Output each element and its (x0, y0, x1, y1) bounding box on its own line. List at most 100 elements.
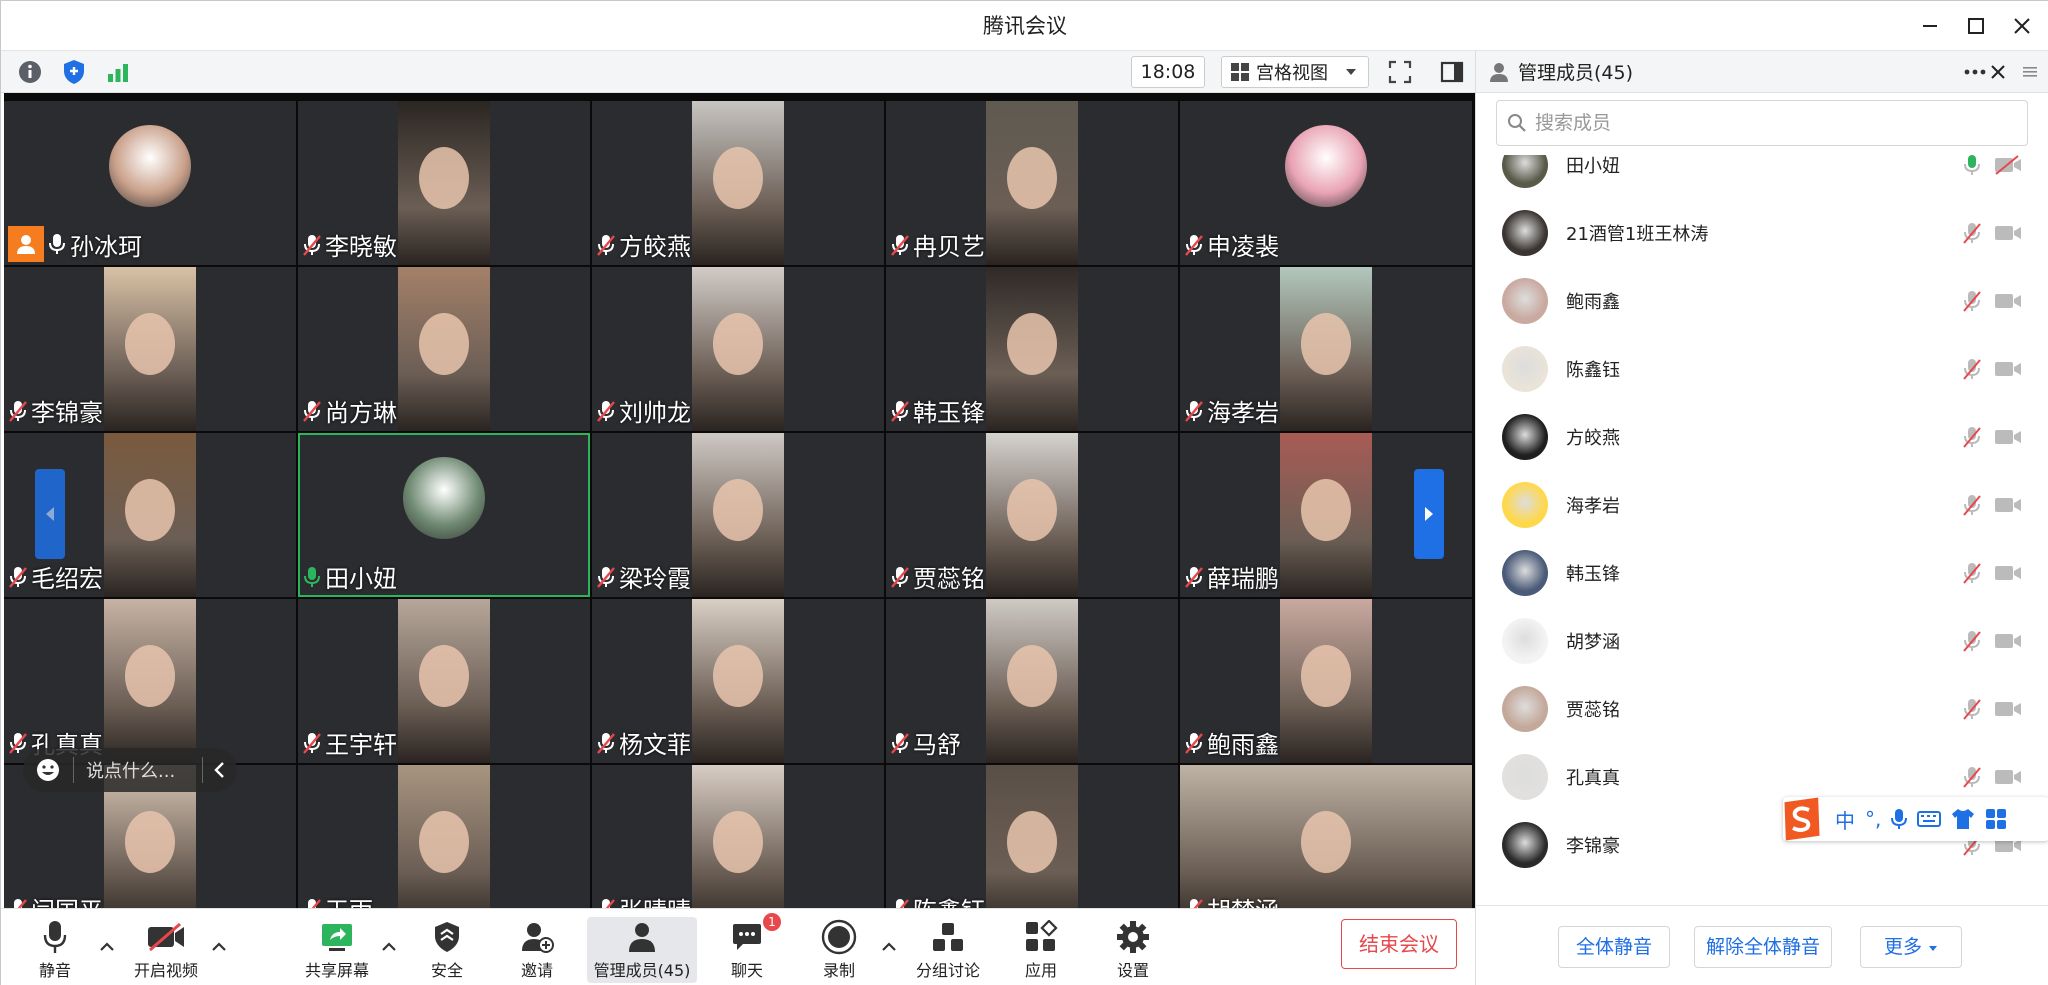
member-mic-muted-icon[interactable] (1962, 765, 1982, 789)
record-options-chevron-up-icon[interactable] (879, 937, 899, 957)
video-tile[interactable]: 王雨 (298, 765, 590, 908)
voice-input-icon[interactable] (1891, 808, 1908, 830)
menu-icon[interactable] (2022, 65, 2038, 79)
member-search-input[interactable] (1535, 112, 2015, 134)
video-tile[interactable]: 王宇轩 (298, 599, 590, 763)
apps-button[interactable]: 应用 (1017, 917, 1065, 983)
skin-shirt-icon[interactable] (1951, 808, 1975, 830)
toolbox-grid-icon[interactable] (1985, 808, 2007, 830)
video-tile[interactable]: 申凌裴 (1180, 101, 1472, 265)
member-mic-muted-icon[interactable] (1962, 221, 1982, 245)
member-camera-icon[interactable] (1994, 223, 2022, 243)
participant-label: 胡梦涵 (1184, 891, 1279, 908)
fullscreen-button[interactable] (1385, 57, 1415, 87)
video-tile[interactable]: 张晴晴 (592, 765, 884, 908)
maximize-button[interactable] (1951, 1, 2001, 51)
member-list-item[interactable]: 贾蕊铭 (1476, 675, 2048, 743)
video-tile[interactable]: 胡梦涵 (1180, 765, 1472, 908)
prev-page-button[interactable] (35, 469, 65, 559)
member-mic-muted-icon[interactable] (1962, 289, 1982, 313)
ime-punctuation[interactable]: °, (1865, 807, 1881, 831)
member-search-box[interactable] (1496, 100, 2028, 146)
quick-chat-bar[interactable]: 说点什么... (23, 748, 237, 792)
security-button[interactable]: 安全 (423, 917, 471, 983)
member-list-item[interactable]: 田小妞 (1476, 155, 2048, 199)
member-list-item[interactable]: 方皎燕 (1476, 403, 2048, 471)
video-tile[interactable]: 李锦豪 (4, 267, 296, 431)
member-mic-muted-icon[interactable] (1962, 629, 1982, 653)
video-tile[interactable]: 田小妞 (298, 433, 590, 597)
more-options-icon[interactable] (1964, 69, 1986, 75)
close-window-button[interactable] (1997, 1, 2047, 51)
gear-icon (1117, 921, 1149, 953)
video-tile[interactable]: 陈鑫钰 (886, 765, 1178, 908)
participant-face (1301, 645, 1351, 707)
video-options-chevron-up-icon[interactable] (209, 937, 229, 957)
security-status-button[interactable] (59, 57, 89, 87)
member-camera-icon[interactable] (1994, 563, 2022, 583)
video-tile[interactable]: 孙冰珂 (4, 101, 296, 265)
member-mic-on-icon[interactable] (1962, 155, 1982, 177)
share-screen-button[interactable]: 共享屏幕 (301, 917, 373, 983)
member-camera-icon[interactable] (1994, 699, 2022, 719)
invite-button[interactable]: 邀请 (513, 917, 561, 983)
member-list-item[interactable]: 海孝岩 (1476, 471, 2048, 539)
video-tile[interactable]: 孔真真 (4, 599, 296, 763)
end-meeting-button[interactable]: 结束会议 (1341, 919, 1457, 969)
mute-options-chevron-up-icon[interactable] (97, 937, 117, 957)
quick-chat-placeholder[interactable]: 说点什么... (86, 757, 196, 783)
member-mic-muted-icon[interactable] (1962, 561, 1982, 585)
video-tile[interactable]: 冉贝艺 (886, 101, 1178, 265)
member-camera-off-icon[interactable] (1994, 155, 2022, 175)
more-options-button[interactable]: 更多 (1860, 926, 1962, 968)
member-list-item[interactable]: 21酒管1班王林涛 (1476, 199, 2048, 267)
member-mic-muted-icon[interactable] (1962, 357, 1982, 381)
member-camera-icon[interactable] (1994, 767, 2022, 787)
member-camera-icon[interactable] (1994, 359, 2022, 379)
unmute-all-button[interactable]: 解除全体静音 (1694, 926, 1832, 968)
video-tile[interactable]: 海孝岩 (1180, 267, 1472, 431)
member-mic-muted-icon[interactable] (1962, 697, 1982, 721)
settings-button[interactable]: 设置 (1109, 917, 1157, 983)
chat-button[interactable]: 1 聊天 (723, 913, 781, 983)
start-video-button[interactable]: 开启视频 (131, 917, 201, 983)
sogou-logo-icon[interactable] (1779, 796, 1825, 842)
member-list-item[interactable]: 胡梦涵 (1476, 607, 2048, 675)
mute-button[interactable]: 静音 (31, 917, 79, 983)
close-panel-icon[interactable] (1990, 64, 2006, 80)
member-camera-icon[interactable] (1994, 427, 2022, 447)
meeting-window: 腾讯会议 18:08 宫格视图 孙冰珂 李晓敏 方皎燕 冉贝艺 申凌裴 李锦豪 … (0, 0, 2048, 985)
member-list-item[interactable]: 鲍雨鑫 (1476, 267, 2048, 335)
manage-members-button[interactable]: 管理成员(45) (587, 917, 697, 983)
toggle-sidebar-button[interactable] (1437, 57, 1467, 87)
member-list-item[interactable]: 陈鑫钰 (1476, 335, 2048, 403)
participant-label: 闫国平 (8, 891, 103, 908)
mute-all-button[interactable]: 全体静音 (1558, 926, 1670, 968)
video-tile[interactable]: 尚方琳 (298, 267, 590, 431)
record-button[interactable]: 录制 (815, 917, 863, 983)
breakout-rooms-button[interactable]: 分组讨论 (913, 917, 983, 983)
video-tile[interactable]: 方皎燕 (592, 101, 884, 265)
meeting-info-button[interactable] (15, 57, 45, 87)
share-options-chevron-up-icon[interactable] (379, 937, 399, 957)
video-tile[interactable]: 贾蕊铭 (886, 433, 1178, 597)
video-tile[interactable]: 刘帅龙 (592, 267, 884, 431)
next-page-button[interactable] (1414, 469, 1444, 559)
network-status-button[interactable] (103, 57, 133, 87)
video-tile[interactable]: 李晓敏 (298, 101, 590, 265)
member-mic-muted-icon[interactable] (1962, 493, 1982, 517)
member-list-item[interactable]: 韩玉锋 (1476, 539, 2048, 607)
member-camera-icon[interactable] (1994, 631, 2022, 651)
video-tile[interactable]: 梁玲霞 (592, 433, 884, 597)
video-tile[interactable]: 鲍雨鑫 (1180, 599, 1472, 763)
video-tile[interactable]: 韩玉锋 (886, 267, 1178, 431)
member-camera-icon[interactable] (1994, 495, 2022, 515)
keyboard-icon[interactable] (1917, 810, 1942, 828)
video-tile[interactable]: 杨文菲 (592, 599, 884, 763)
minimize-button[interactable] (1905, 1, 1955, 51)
member-mic-muted-icon[interactable] (1962, 425, 1982, 449)
member-camera-icon[interactable] (1994, 291, 2022, 311)
video-tile[interactable]: 马舒 (886, 599, 1178, 763)
view-mode-dropdown[interactable]: 宫格视图 (1221, 56, 1369, 88)
ime-mode[interactable]: 中 (1835, 805, 1855, 834)
